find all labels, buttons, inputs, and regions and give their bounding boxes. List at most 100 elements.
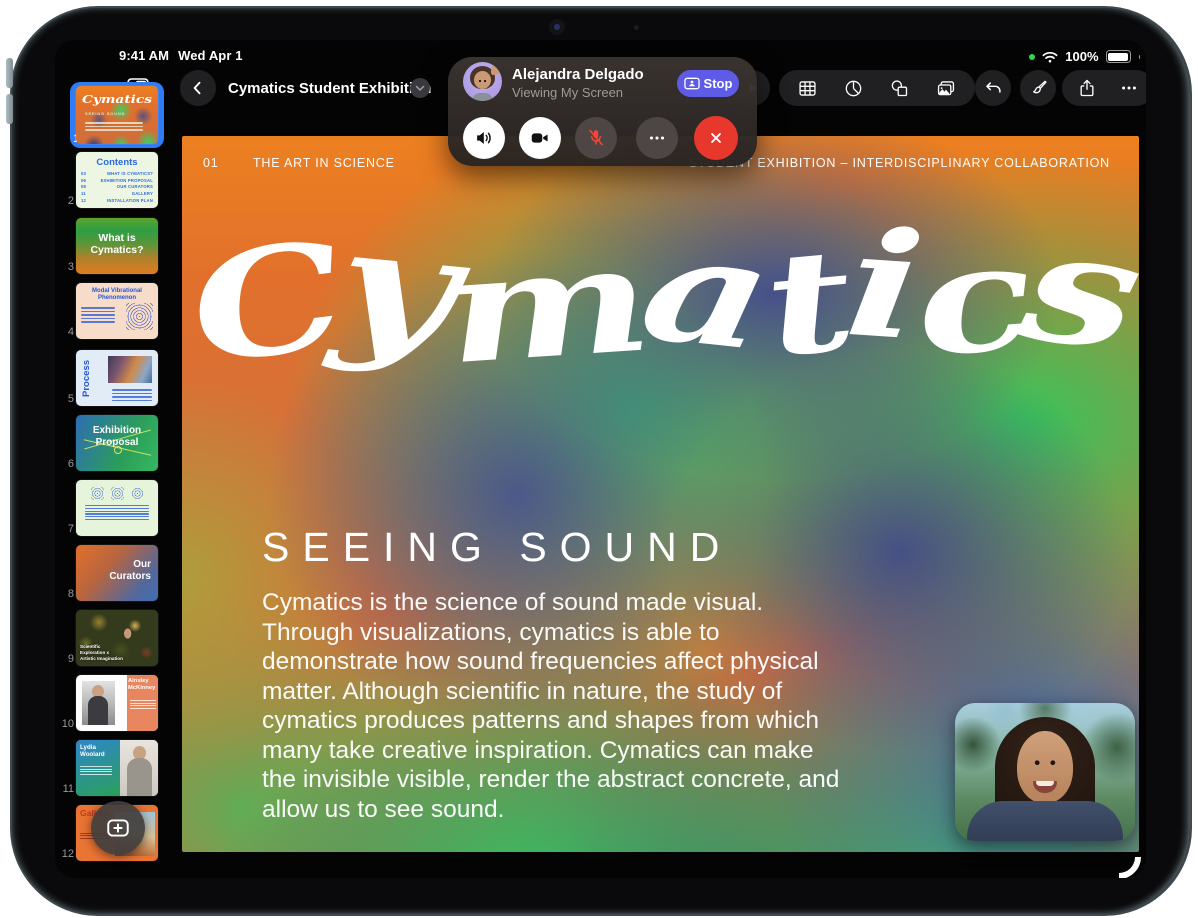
- wifi-icon: [1042, 51, 1058, 63]
- slide-number: 7: [67, 523, 74, 535]
- insert-table-button[interactable]: [797, 78, 818, 99]
- slide-thumbnail[interactable]: Ainsley McKinney: [76, 675, 158, 731]
- ellipsis-icon: [1122, 86, 1136, 90]
- undo-icon: [985, 81, 1001, 93]
- slide-header-left: THE ART IN SCIENCE: [253, 156, 395, 170]
- more-controls-button[interactable]: [636, 117, 678, 159]
- slide-thumbnail-4[interactable]: 4 Modal Vibrational Phenomenon: [68, 283, 164, 339]
- camera-active-indicator: [1029, 53, 1036, 60]
- chevron-left-icon: [193, 81, 201, 95]
- chevron-down-icon: [415, 85, 425, 91]
- slide-thumbnail[interactable]: Process: [76, 350, 158, 406]
- mic-muted-icon: [589, 129, 603, 146]
- slide-heading: SEEING SOUND: [262, 524, 733, 570]
- slide-thumbnail[interactable]: Cymatics SEEING SOUND: [76, 86, 158, 144]
- slide-thumbnail-2[interactable]: 2 Contents 03 WHAT IS CYMATICS? 06 EXHIBIT…: [68, 152, 164, 208]
- share-toolbar: [1062, 70, 1146, 106]
- status-bar-left: 9:41 AM Wed Apr 1: [119, 48, 243, 63]
- slide-number: 11: [62, 783, 74, 795]
- slide-thumbnail[interactable]: Scientific Exploration x Artistic Imagin…: [76, 610, 158, 666]
- participant-name: Alejandra Delgado: [512, 66, 644, 83]
- paintbrush-icon: [1032, 80, 1047, 93]
- document-title[interactable]: Cymatics Student Exhibition: [228, 70, 431, 106]
- slide-thumbnail-6[interactable]: 6 Exhibition Proposal: [68, 415, 164, 471]
- slide-number: 3: [67, 261, 74, 273]
- media-photos-icon: [937, 80, 954, 95]
- slide-number: 12: [61, 848, 74, 860]
- slide-number: 4: [67, 326, 74, 338]
- ipad-screen: 9:41 AM Wed Apr 1 100% Cymatics Student E…: [55, 40, 1146, 878]
- insert-shape-button[interactable]: [889, 78, 910, 99]
- slide-thumbnail-1[interactable]: 1 Cymatics SEEING SOUND: [70, 82, 164, 148]
- back-button[interactable]: [180, 70, 216, 106]
- slide-thumbnail[interactable]: Contents 03 WHAT IS CYMATICS? 06 EXHIBITIO…: [76, 152, 158, 208]
- thumbnail-photo: [108, 356, 152, 383]
- slide-number: 5: [67, 393, 74, 405]
- cymatic-pattern: [110, 487, 124, 500]
- slide-number: 2: [67, 195, 74, 207]
- more-button[interactable]: [1119, 78, 1139, 98]
- curator-photo: [120, 740, 158, 796]
- format-button[interactable]: [1020, 70, 1056, 106]
- screen-share-status: Viewing My Screen: [512, 85, 624, 100]
- slide-thumbnail[interactable]: Lydia Woolard: [76, 740, 158, 796]
- slide-thumbnail-7[interactable]: 7: [68, 480, 164, 536]
- slide-thumbnail-8[interactable]: 8 Our Curators: [68, 545, 164, 601]
- slide-thumbnail[interactable]: Exhibition Proposal: [76, 415, 158, 471]
- slide-page-number: 01: [203, 156, 219, 170]
- participant-avatar: [463, 62, 502, 101]
- cymatic-pattern: [126, 303, 153, 330]
- cymatic-pattern: [90, 487, 104, 500]
- slide-number: 6: [67, 458, 74, 470]
- status-bar-right: 100%: [1029, 49, 1140, 64]
- end-call-button[interactable]: [694, 116, 738, 160]
- status-date: Wed Apr 1: [178, 48, 243, 63]
- slide-thumbnail-11[interactable]: 11 Lydia Woolard: [63, 740, 164, 796]
- front-camera: [549, 19, 565, 35]
- curator-photo: [82, 681, 115, 725]
- volume-down-button[interactable]: [6, 94, 13, 124]
- slide-thumbnail-10[interactable]: 10 Ainsley McKinney: [62, 675, 164, 731]
- battery-icon: [1105, 50, 1131, 63]
- share-icon: [1080, 79, 1094, 97]
- slide-header-right: STUDENT EXHIBITION – INTERDISCIPLINARY C…: [688, 156, 1110, 170]
- slide-number: 9: [67, 653, 74, 665]
- slide-body-text: Cymatics is the science of sound made vi…: [262, 589, 840, 823]
- slide-number: 10: [61, 718, 74, 730]
- slide-title-cymatics: Cymatics: [182, 192, 1139, 397]
- video-button[interactable]: [519, 117, 561, 159]
- ellipsis-icon: [649, 136, 665, 140]
- mic-muted-button[interactable]: [575, 117, 617, 159]
- insert-media-button[interactable]: [935, 78, 957, 99]
- add-slide-button[interactable]: [91, 801, 145, 855]
- share-button[interactable]: [1077, 77, 1097, 99]
- slide-thumbnail[interactable]: Modal Vibrational Phenomenon: [76, 283, 158, 339]
- pie-chart-icon: [845, 80, 862, 96]
- speaker-button[interactable]: [463, 117, 505, 159]
- plus-slide-icon: [107, 819, 129, 837]
- camera-sensor-dot: [634, 25, 639, 30]
- cymatic-pattern: [130, 487, 144, 500]
- slide-number: 8: [67, 588, 74, 600]
- title-menu-button[interactable]: [410, 78, 430, 98]
- close-x-icon: [711, 133, 721, 143]
- speaker-icon: [477, 131, 491, 145]
- slide-thumbnail[interactable]: Our Curators: [76, 545, 158, 601]
- insert-chart-button[interactable]: [843, 78, 864, 99]
- slide-thumbnail-9[interactable]: 9 Scientific Exploration x Artistic Imag…: [68, 610, 164, 666]
- facetime-overlay[interactable]: Alejandra Delgado Viewing My Screen Stop: [448, 57, 757, 166]
- battery-percent: 100%: [1065, 49, 1099, 64]
- slide-thumbnail[interactable]: What is Cymatics?: [76, 218, 158, 274]
- slide-thumbnail[interactable]: [76, 480, 158, 536]
- volume-up-button[interactable]: [6, 58, 13, 88]
- video-camera-icon: [531, 133, 548, 143]
- slide-thumbnail-3[interactable]: 3 What is Cymatics?: [68, 218, 164, 274]
- stop-sharing-button[interactable]: Stop: [677, 70, 739, 97]
- slide-thumbnail-5[interactable]: 5 Process: [68, 350, 164, 406]
- facetime-pip-video[interactable]: [955, 703, 1135, 841]
- table-icon: [799, 80, 816, 96]
- battery-tip: [1138, 54, 1140, 59]
- undo-button[interactable]: [975, 70, 1011, 106]
- screen-share-icon: [683, 77, 700, 90]
- insert-toolbar: [779, 70, 975, 106]
